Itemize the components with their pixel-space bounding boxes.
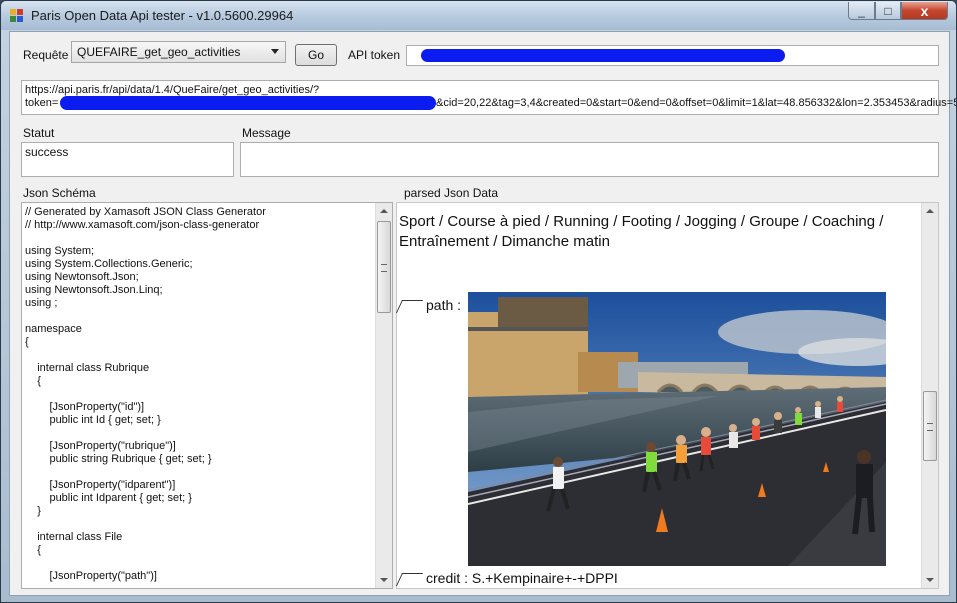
- scroll-down-icon[interactable]: [926, 578, 934, 582]
- json-schema-label: Json Schéma: [23, 186, 96, 200]
- status-label: Statut: [23, 126, 55, 140]
- api-token-input[interactable]: [406, 45, 939, 66]
- status-value: success: [25, 145, 69, 159]
- close-icon: x: [920, 2, 929, 19]
- scroll-down-icon[interactable]: [380, 578, 388, 582]
- minimize-button[interactable]: _: [848, 2, 875, 20]
- schema-scroll-thumb[interactable]: [377, 221, 391, 313]
- activity-tags-heading: Sport / Course à pied / Running / Footin…: [399, 213, 884, 250]
- json-schema-code: // Generated by Xamasoft JSON Class Gene…: [25, 206, 266, 582]
- broken-image-icon: [395, 299, 424, 313]
- url-token-prefix: token=: [25, 97, 59, 109]
- maximize-button[interactable]: □: [875, 2, 901, 20]
- url-params: &cid=20,22&tag=3,4&created=0&start=0&end…: [436, 97, 957, 109]
- token-redaction: [421, 49, 785, 62]
- path-row: path :: [395, 297, 462, 313]
- request-select-value: QUEFAIRE_get_geo_activities: [77, 45, 241, 59]
- scroll-up-icon[interactable]: [926, 209, 934, 213]
- request-select[interactable]: QUEFAIRE_get_geo_activities: [71, 41, 286, 63]
- url-token-redaction: [60, 96, 436, 110]
- message-textbox[interactable]: [240, 142, 939, 177]
- title-bar[interactable]: Paris Open Data Api tester - v1.0.5600.2…: [1, 1, 956, 30]
- parsed-scroll-thumb[interactable]: [923, 391, 937, 461]
- credit-row: credit : S.+Kempinaire+-+DPPI: [395, 570, 618, 586]
- photo-illustration: [468, 292, 886, 566]
- credit-label: credit : S.+Kempinaire+-+DPPI: [426, 570, 618, 586]
- api-token-label: API token: [348, 48, 401, 62]
- message-label: Message: [242, 126, 291, 140]
- window-title: Paris Open Data Api tester - v1.0.5600.2…: [31, 8, 294, 23]
- activity-photo: [468, 292, 886, 566]
- app-window: Paris Open Data Api tester - v1.0.5600.2…: [0, 0, 957, 603]
- path-label: path :: [426, 297, 462, 313]
- minimize-icon: _: [858, 3, 865, 18]
- url-textbox[interactable]: https://api.paris.fr/api/data/1.4/QueFai…: [21, 80, 956, 115]
- client-area: Requête QUEFAIRE_get_geo_activities Go A…: [9, 31, 956, 596]
- parsed-scrollbar[interactable]: [921, 203, 938, 588]
- scroll-up-icon[interactable]: [380, 209, 388, 213]
- request-label: Requête: [23, 48, 69, 62]
- chevron-down-icon: [271, 49, 279, 54]
- close-button[interactable]: x: [901, 2, 948, 20]
- status-textbox[interactable]: success: [21, 142, 234, 177]
- json-schema-textbox[interactable]: // Generated by Xamasoft JSON Class Gene…: [21, 202, 393, 589]
- schema-scrollbar[interactable]: [375, 203, 392, 588]
- parsed-data-label: parsed Json Data: [404, 186, 499, 200]
- broken-image-icon: [395, 572, 424, 586]
- go-button[interactable]: Go: [295, 44, 337, 66]
- maximize-icon: □: [884, 3, 892, 18]
- app-icon: [10, 9, 24, 23]
